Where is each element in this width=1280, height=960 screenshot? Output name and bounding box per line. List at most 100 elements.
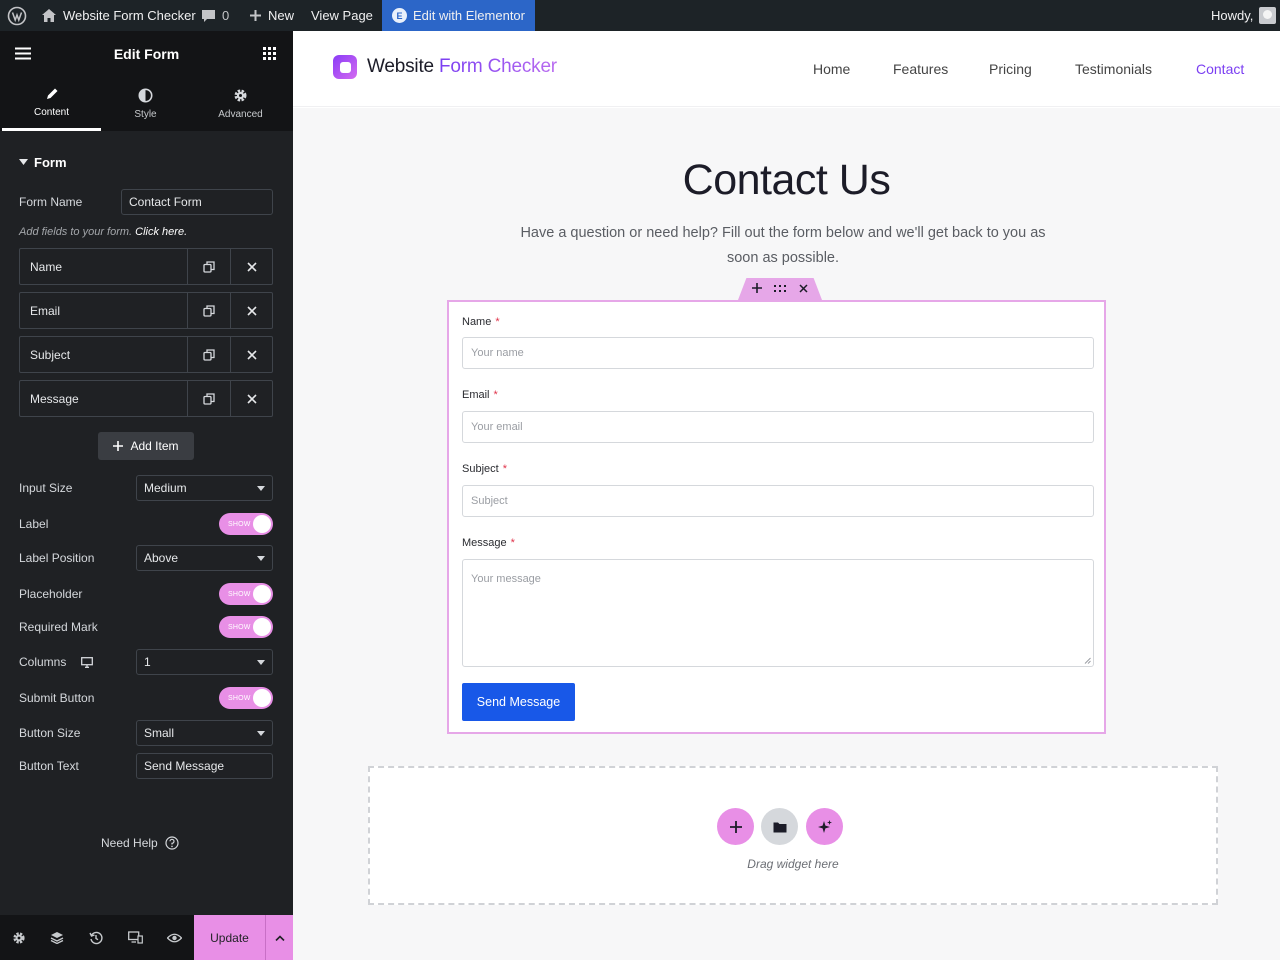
repeater-item-message[interactable]: Message [19,380,273,417]
form-name-input[interactable]: Contact Form [121,189,273,215]
avatar [1259,7,1277,24]
tab-content-label: Content [33,106,70,118]
edit-with-elementor-link[interactable]: E Edit with Elementor [382,0,535,31]
view-page-link[interactable]: View Page [311,0,373,31]
button-size-select[interactable]: Small [136,720,273,746]
layers-icon[interactable] [38,915,76,960]
nav-contact[interactable]: Contact [1196,61,1244,77]
close-icon[interactable] [230,381,272,416]
tab-advanced[interactable]: Advanced [192,76,289,131]
settings-gear-icon[interactable] [0,915,38,960]
site-logo-icon[interactable] [333,55,357,79]
hamburger-menu-icon[interactable] [15,47,31,60]
desktop-icon[interactable] [81,656,94,668]
duplicate-icon[interactable] [188,337,230,372]
add-section-button[interactable] [717,808,754,845]
comments-link[interactable]: 0 [201,0,229,31]
history-icon[interactable] [77,915,115,960]
duplicate-icon[interactable] [188,293,230,328]
repeater-item-email[interactable]: Email [19,292,273,329]
logo-text-accent: Form Checker [438,56,557,77]
new-content-link[interactable]: New [249,0,294,31]
wordpress-logo-icon[interactable] [7,0,27,31]
contact-form-widget[interactable]: Name * Your name Email * Your email Subjec… [447,300,1106,734]
plus-icon [249,9,262,22]
chevron-down-icon [257,731,265,736]
need-help-label: Need Help [101,836,158,850]
site-header: Website Form Checker Home Features Prici… [293,31,1280,107]
widgets-grid-icon[interactable] [263,47,276,60]
placeholder-toggle[interactable]: SHOW [219,583,273,605]
tab-style[interactable]: Style [97,76,194,131]
template-library-button[interactable] [761,808,798,845]
required-mark: * [493,389,498,401]
toggle-knob [253,618,271,636]
columns-select[interactable]: 1 [136,649,273,675]
field-label-text: Message [462,537,507,549]
page-title: Contact Us [682,156,891,204]
gear-icon [233,88,248,103]
page-subtitle: Have a question or need help? Fill out t… [520,225,1046,266]
nav-testimonials[interactable]: Testimonials [1075,61,1152,77]
button-text-input[interactable]: Send Message [136,753,273,779]
subject-input[interactable]: Subject [462,485,1094,517]
chevron-down-icon [257,556,265,561]
repeater-item-subject[interactable]: Subject [19,336,273,373]
label-position-select[interactable]: Above [136,545,273,571]
ai-sparkle-button[interactable] [806,808,843,845]
resize-handle-icon[interactable] [1084,657,1091,664]
home-icon [41,8,57,23]
my-account-link[interactable]: Howdy, [1211,0,1277,31]
required-mark-label: Required Mark [19,620,98,634]
send-message-button[interactable]: Send Message [462,683,575,721]
site-name-link[interactable]: Website Form Checker [41,0,196,31]
responsive-mode-icon[interactable] [116,915,154,960]
message-textarea[interactable]: Your message [462,559,1094,667]
required-mark: * [502,463,507,475]
hint-link[interactable]: Click here. [135,226,187,238]
input-size-select[interactable]: Medium [136,475,273,501]
button-text-label: Button Text [19,759,79,773]
form-name-label: Form Name [19,195,83,209]
nav-home[interactable]: Home [813,61,850,77]
tab-content[interactable]: Content [2,76,101,131]
form-label-subject: Subject * [462,463,507,475]
repeater-item-label: Subject [20,337,188,372]
section-title: Form [34,154,67,170]
edit-with-elementor-label: Edit with Elementor [413,8,525,23]
placeholder-label: Placeholder [19,587,83,601]
update-options-button[interactable] [265,915,293,960]
duplicate-icon[interactable] [188,249,230,284]
close-icon[interactable] [230,337,272,372]
field-label-text: Name [462,316,492,328]
label-toggle[interactable]: SHOW [219,513,273,535]
label-position-value: Above [144,551,179,565]
duplicate-icon[interactable] [188,381,230,416]
email-input[interactable]: Your email [462,411,1094,443]
update-button[interactable]: Update [194,915,265,960]
caret-down-icon [19,159,28,165]
chevron-up-icon [274,934,285,941]
repeater-item-name[interactable]: Name [19,248,273,285]
close-icon[interactable] [230,293,272,328]
add-element-icon[interactable] [752,281,762,293]
delete-element-icon[interactable] [799,281,808,293]
preview-eye-icon[interactable] [155,915,193,960]
nav-pricing[interactable]: Pricing [989,61,1032,77]
panel-header: Edit Form [0,31,293,76]
add-item-button[interactable]: Add Item [98,432,194,460]
close-icon[interactable] [230,249,272,284]
new-label: New [268,8,295,23]
repeater-item-label: Message [20,381,188,416]
name-input[interactable]: Your name [462,337,1094,369]
nav-features[interactable]: Features [893,61,948,77]
required-mark-toggle[interactable]: SHOW [219,616,273,638]
button-size-value: Small [144,726,175,740]
section-form-toggle[interactable]: Form [19,149,273,175]
submit-button-toggle[interactable]: SHOW [219,687,273,709]
wp-admin-bar: Website Form Checker 0 New View Page E E… [0,0,1280,31]
drop-zone[interactable]: Drag widget here [368,766,1218,905]
drag-handle-icon[interactable] [774,281,786,293]
need-help-link[interactable]: Need Help [101,836,179,850]
site-logo-text[interactable]: Website Form Checker [367,56,557,78]
